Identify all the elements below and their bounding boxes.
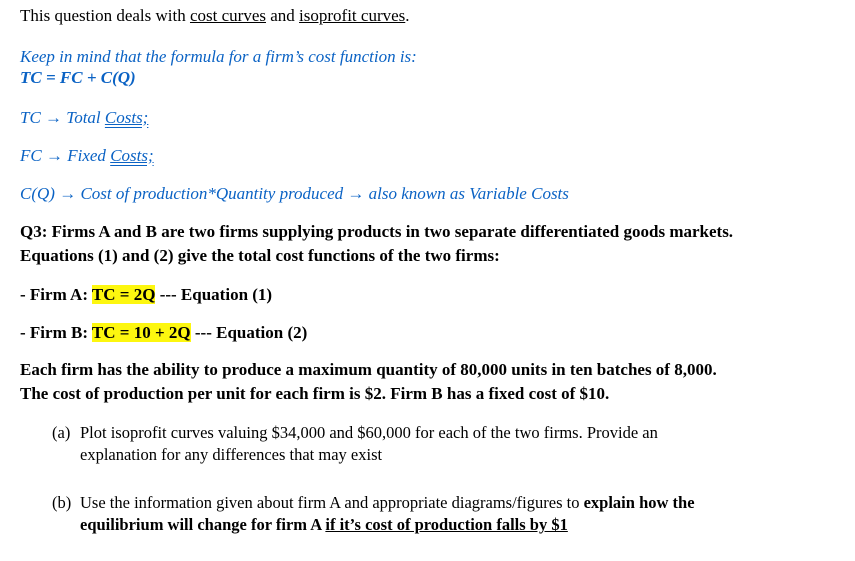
highlighted-equation: TC = 2Q [91,285,156,304]
arrow-right-icon: → [41,146,68,165]
definition-fc: FC → Fixed Costs; [20,146,154,165]
emphasized-condition: if it’s cost of production falls by $1 [325,515,568,534]
info-line-1: Each firm has the ability to produce a m… [20,360,717,379]
highlighted-equation: TC = 10 + 2Q [91,323,191,342]
arrow-right-icon: → [54,184,81,203]
part-a-label: (a) [52,423,71,442]
cost-formula: TC = FC + C(Q) [20,68,136,87]
arrow-right-icon: → [40,108,67,127]
arrow-right-icon: → [347,184,369,203]
firm-a-equation: - Firm A: TC = 2Q --- Equation (1) [20,285,273,304]
firm-b-equation: - Firm B: TC = 10 + 2Q --- Equation (2) [20,323,308,342]
intro-line: This question deals with cost curves and… [20,6,410,25]
info-line-2: The cost of production per unit for each… [20,384,610,403]
definition-tc: TC → Total Costs; [20,108,149,127]
definition-cq: C(Q) → Cost of production*Quantity produ… [20,184,569,203]
isoprofit-curves-term: isoprofit curves [299,6,406,25]
reminder-line: Keep in mind that the formula for a firm… [20,47,417,66]
question-line-2: Equations (1) and (2) give the total cos… [20,246,500,265]
part-b-label: (b) [52,493,72,512]
cost-curves-term: cost curves [189,6,266,25]
question-line-1: Q3: Firms A and B are two firms supplyin… [20,222,734,241]
